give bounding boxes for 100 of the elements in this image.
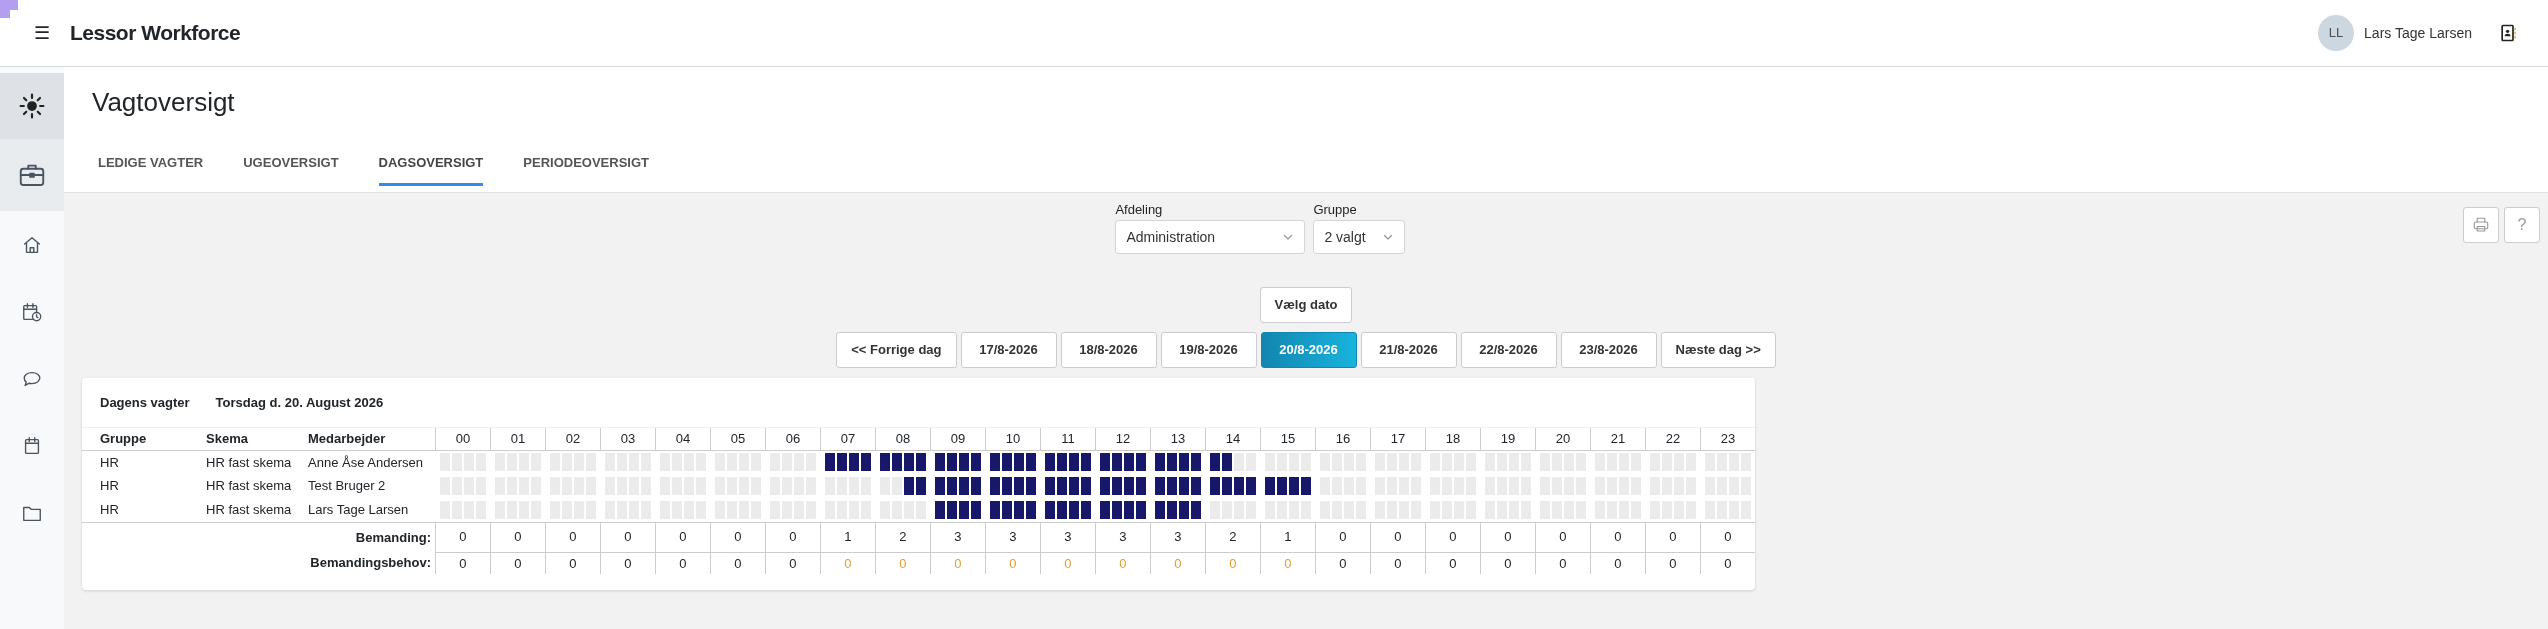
summary-value: 3 [1150,522,1206,552]
day-button[interactable]: 21/8-2026 [1360,332,1457,368]
hour-header: 14 [1205,428,1261,450]
summary-value: 0 [765,522,821,552]
summary-value: 0 [710,552,766,574]
printer-icon [2472,216,2490,234]
tab[interactable]: LEDIGE VAGTER [98,152,204,186]
hour-header: 22 [1645,428,1701,450]
summary-label: Bemanding: [82,522,436,552]
table-cell: HR [82,498,207,522]
summary-value: 0 [545,522,601,552]
summary-value: 0 [655,522,711,552]
hour-header: 08 [875,428,931,450]
page-title: Vagtoversigt [92,87,236,119]
summary-value: 0 [1480,552,1536,574]
summary-value: 0 [545,552,601,574]
summary-value: 0 [1425,522,1481,552]
dropdown[interactable]: Administration [1115,220,1306,254]
summary-value: 0 [435,552,491,574]
summary-value: 0 [435,522,491,552]
contact-card-icon[interactable] [2498,23,2518,43]
day-button[interactable]: Næste dag >> [1660,332,1776,368]
hour-header: 11 [1040,428,1096,450]
summary-value: 0 [1645,522,1701,552]
table-cell: HR fast skema [206,474,308,498]
tab[interactable]: DAGSOVERSIGT [378,152,484,186]
dropdown[interactable]: 2 valgt [1313,220,1405,254]
field-label: Gruppe [1313,203,1358,216]
card-title: Dagens vagter [100,393,190,412]
day-button[interactable]: 17/8-2026 [960,332,1057,368]
menu-button[interactable]: ☰ [34,19,50,47]
summary-value: 2 [1205,522,1261,552]
summary-value: 0 [1535,522,1591,552]
hour-header: 21 [1590,428,1646,450]
summary-value: 0 [1700,522,1755,552]
summary-value: 2 [875,522,931,552]
column-header: Gruppe [82,428,207,450]
hour-header: 16 [1315,428,1371,450]
table-cell: HR [82,450,207,474]
summary-value: 0 [1150,552,1206,574]
column-header: Skema [206,428,308,450]
table-cell-text: Test Bruger 2 [308,477,387,496]
day-button[interactable]: 22/8-2026 [1460,332,1557,368]
hour-header: 15 [1260,428,1316,450]
day-button[interactable]: 23/8-2026 [1560,332,1657,368]
hour-header: 19 [1480,428,1536,450]
print-button[interactable] [2463,207,2499,243]
summary-value: 0 [490,522,546,552]
hour-header: 09 [930,428,986,450]
hour-header: 00 [435,428,491,450]
hour-header: 07 [820,428,876,450]
summary-value: 0 [1700,552,1755,574]
summary-value: 0 [1315,522,1371,552]
schedule-date: Torsdag d. 20. August 2026 [215,393,384,412]
summary-value: 3 [985,522,1041,552]
theme-toggle[interactable] [0,73,64,139]
summary-value: 3 [1040,522,1096,552]
hour-header: 17 [1370,428,1426,450]
summary-value: 0 [1535,552,1591,574]
summary-value: 0 [655,552,711,574]
summary-value: 0 [875,552,931,574]
summary-value: 0 [600,552,656,574]
summary-value: 0 [1590,522,1646,552]
day-button[interactable]: 19/8-2026 [1160,332,1257,368]
day-button[interactable]: << Forrige dag [836,332,957,368]
table-cell: HR fast skema [206,450,308,474]
summary-value: 0 [710,522,766,552]
choose-date-button[interactable]: Vælg dato [1259,287,1353,323]
hour-header: 10 [985,428,1041,450]
hour-header: 04 [655,428,711,450]
hour-header: 01 [490,428,546,450]
summary-value: 0 [1040,552,1096,574]
summary-value: 0 [1590,552,1646,574]
brand-logo: Lessor Workforce [70,20,241,47]
summary-value: 0 [1645,552,1701,574]
summary-value: 0 [490,552,546,574]
summary-value: 0 [820,552,876,574]
user-name[interactable]: Lars Tage Larsen [2364,22,2472,44]
summary-value: 0 [1260,552,1316,574]
summary-value: 0 [1095,552,1151,574]
summary-value: 3 [930,522,986,552]
table-cell: Lars Tage Larsen [308,498,436,522]
summary-value: 0 [930,552,986,574]
day-button[interactable]: 18/8-2026 [1060,332,1157,368]
hour-header: 02 [545,428,601,450]
hour-header: 18 [1425,428,1481,450]
summary-value: 0 [1370,552,1426,574]
summary-value: 0 [1315,552,1371,574]
summary-value: 0 [1480,522,1536,552]
tab[interactable]: PERIODEOVERSIGT [523,152,650,186]
table-cell: HR fast skema [206,498,308,522]
user-avatar[interactable]: LL [2318,15,2355,51]
tab[interactable]: UGEOVERSIGT [243,152,339,186]
hour-header: 13 [1150,428,1206,450]
column-header: Medarbejder [308,428,436,450]
hour-header: 23 [1700,428,1755,450]
table-cell-text: HR [99,477,120,496]
sun-icon [19,93,45,119]
sidebar-item[interactable] [0,139,64,211]
summary-value: 1 [820,522,876,552]
